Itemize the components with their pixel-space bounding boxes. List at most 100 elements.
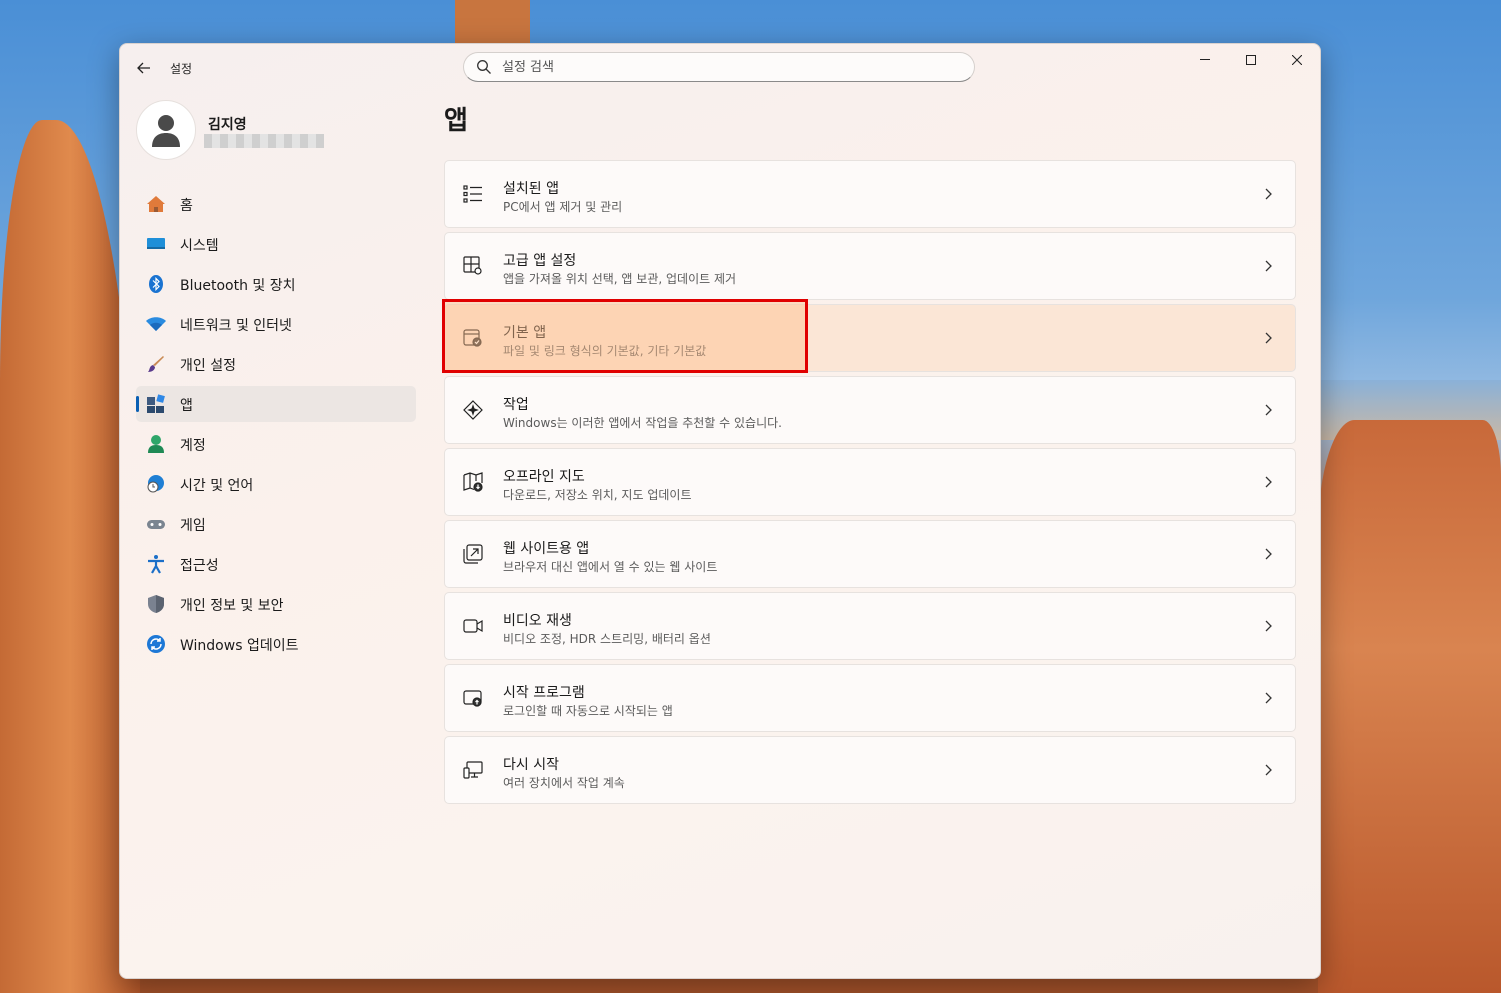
maximize-icon xyxy=(1246,55,1256,65)
bluetooth-icon xyxy=(146,274,166,294)
open-in-app-icon xyxy=(463,544,483,564)
video-icon xyxy=(463,616,483,636)
sidebar-item-home[interactable]: 홈 xyxy=(136,186,416,222)
title-bar: 설정 xyxy=(120,44,1320,92)
desktop-wallpaper-rock-top xyxy=(455,0,530,48)
wifi-icon xyxy=(146,314,166,334)
card-title: 기본 앱 xyxy=(503,325,547,341)
card-subtitle: 앱을 가져올 위치 선택, 앱 보관, 업데이트 제거 xyxy=(503,272,737,286)
sidebar-item-network[interactable]: 네트워크 및 인터넷 xyxy=(136,306,416,342)
profile-email-redacted xyxy=(204,134,324,148)
card-resume[interactable]: 다시 시작 여러 장치에서 작업 계속 xyxy=(444,736,1296,804)
minimize-icon xyxy=(1200,59,1210,60)
app-title: 설정 xyxy=(170,62,193,76)
card-video-playback[interactable]: 비디오 재생 비디오 조정, HDR 스트리밍, 배터리 옵션 xyxy=(444,592,1296,660)
card-title: 시작 프로그램 xyxy=(503,685,585,701)
card-subtitle: 여러 장치에서 작업 계속 xyxy=(503,776,625,790)
accessibility-icon xyxy=(146,554,166,574)
desktop-wallpaper-rock-right xyxy=(1318,420,1501,993)
chevron-right-icon xyxy=(1263,402,1275,418)
sidebar-item-apps[interactable]: 앱 xyxy=(136,386,416,422)
sidebar-item-gaming[interactable]: 게임 xyxy=(136,506,416,542)
home-icon xyxy=(146,194,166,214)
close-button[interactable] xyxy=(1274,44,1320,76)
card-subtitle: 다운로드, 저장소 위치, 지도 업데이트 xyxy=(503,488,692,502)
sidebar-item-bluetooth[interactable]: Bluetooth 및 장치 xyxy=(136,266,416,302)
avatar xyxy=(136,100,196,160)
card-title: 오프라인 지도 xyxy=(503,469,585,485)
globe-clock-icon xyxy=(146,474,166,494)
card-startup[interactable]: 시작 프로그램 로그인할 때 자동으로 시작되는 앱 xyxy=(444,664,1296,732)
card-title: 작업 xyxy=(503,397,529,413)
sidebar-item-accounts[interactable]: 계정 xyxy=(136,426,416,462)
apps-icon xyxy=(146,394,166,414)
gamepad-icon xyxy=(146,514,166,534)
person-icon xyxy=(152,115,180,147)
resume-icon xyxy=(463,760,483,780)
chevron-right-icon xyxy=(1263,258,1275,274)
search-box[interactable] xyxy=(463,52,975,82)
chevron-right-icon xyxy=(1263,186,1275,202)
chevron-right-icon xyxy=(1263,546,1275,562)
page-title: 앱 xyxy=(444,106,468,136)
account-icon xyxy=(146,434,166,454)
brush-icon xyxy=(146,354,166,374)
card-subtitle: 비디오 조정, HDR 스트리밍, 배터리 옵션 xyxy=(503,632,711,646)
sidebar-nav: 홈 시스템 Bluetooth 및 장치 네트워크 및 인터넷 개인 설정 앱 … xyxy=(136,186,416,666)
sidebar-item-label: 홈 xyxy=(180,198,193,214)
card-subtitle: 로그인할 때 자동으로 시작되는 앱 xyxy=(503,704,673,718)
card-default-apps[interactable]: 기본 앱 파일 및 링크 형식의 기본값, 기타 기본값 xyxy=(444,304,1296,372)
card-title: 웹 사이트용 앱 xyxy=(503,541,590,557)
card-subtitle: Windows는 이러한 앱에서 작업을 추천할 수 있습니다. xyxy=(503,416,782,430)
sidebar-item-label: 접근성 xyxy=(180,558,219,574)
search-input[interactable] xyxy=(502,53,962,81)
settings-card-list: 설치된 앱 PC에서 앱 제거 및 관리 고급 앱 설정 앱을 가져올 위치 선… xyxy=(444,160,1296,808)
sidebar-item-label: 개인 정보 및 보안 xyxy=(180,598,284,614)
user-profile[interactable]: 김지영 xyxy=(136,100,416,164)
sidebar-item-privacy[interactable]: 개인 정보 및 보안 xyxy=(136,586,416,622)
sidebar-item-system[interactable]: 시스템 xyxy=(136,226,416,262)
maximize-button[interactable] xyxy=(1228,44,1274,76)
sidebar-item-label: 네트워크 및 인터넷 xyxy=(180,318,292,334)
card-actions[interactable]: 작업 Windows는 이러한 앱에서 작업을 추천할 수 있습니다. xyxy=(444,376,1296,444)
minimize-button[interactable] xyxy=(1182,44,1228,76)
sidebar-item-label: 개인 설정 xyxy=(180,358,236,374)
sidebar-item-label: Bluetooth 및 장치 xyxy=(180,278,296,294)
sidebar-item-label: Windows 업데이트 xyxy=(180,638,299,654)
profile-name: 김지영 xyxy=(208,117,247,133)
system-icon xyxy=(146,234,166,254)
search-icon xyxy=(477,60,491,74)
sidebar-item-label: 계정 xyxy=(180,438,206,454)
back-button[interactable] xyxy=(132,56,156,80)
card-title: 설치된 앱 xyxy=(503,181,559,197)
sidebar-item-windows-update[interactable]: Windows 업데이트 xyxy=(136,626,416,662)
card-installed-apps[interactable]: 설치된 앱 PC에서 앱 제거 및 관리 xyxy=(444,160,1296,228)
sidebar-item-accessibility[interactable]: 접근성 xyxy=(136,546,416,582)
card-apps-for-websites[interactable]: 웹 사이트용 앱 브라우저 대신 앱에서 열 수 있는 웹 사이트 xyxy=(444,520,1296,588)
close-icon xyxy=(1292,55,1302,65)
chevron-right-icon xyxy=(1263,330,1275,346)
update-icon xyxy=(146,634,166,654)
sidebar-item-personalization[interactable]: 개인 설정 xyxy=(136,346,416,382)
sidebar-item-time-language[interactable]: 시간 및 언어 xyxy=(136,466,416,502)
sidebar-item-label: 시간 및 언어 xyxy=(180,478,254,494)
sidebar-item-label: 앱 xyxy=(180,398,193,414)
chevron-right-icon xyxy=(1263,474,1275,490)
chevron-right-icon xyxy=(1263,618,1275,634)
sidebar-item-label: 게임 xyxy=(180,518,206,534)
shield-icon xyxy=(146,594,166,614)
card-subtitle: PC에서 앱 제거 및 관리 xyxy=(503,200,623,214)
startup-icon xyxy=(463,688,483,708)
settings-window: 설정 김지영 홈 시스템 Blueto xyxy=(119,43,1321,979)
map-icon xyxy=(463,472,483,492)
card-subtitle: 브라우저 대신 앱에서 열 수 있는 웹 사이트 xyxy=(503,560,718,574)
card-advanced-app-settings[interactable]: 고급 앱 설정 앱을 가져올 위치 선택, 앱 보관, 업데이트 제거 xyxy=(444,232,1296,300)
card-offline-maps[interactable]: 오프라인 지도 다운로드, 저장소 위치, 지도 업데이트 xyxy=(444,448,1296,516)
back-arrow-icon xyxy=(137,62,150,74)
card-title: 비디오 재생 xyxy=(503,613,572,629)
sidebar-item-label: 시스템 xyxy=(180,238,219,254)
card-title: 다시 시작 xyxy=(503,757,559,773)
actions-icon xyxy=(463,400,483,420)
card-title: 고급 앱 설정 xyxy=(503,253,577,269)
chevron-right-icon xyxy=(1263,690,1275,706)
